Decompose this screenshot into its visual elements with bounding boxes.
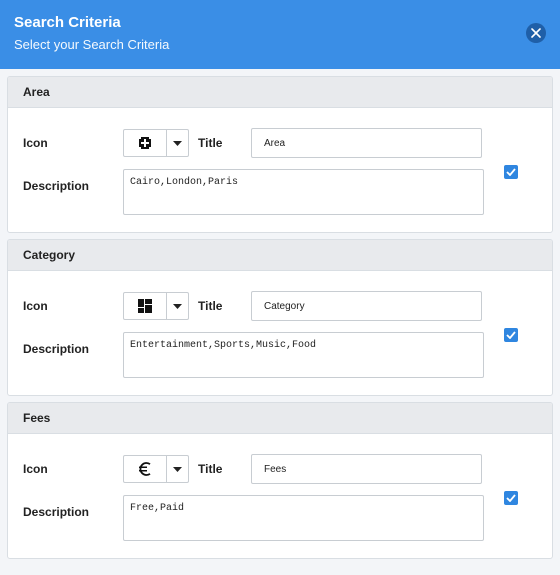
- panel-heading: Fees: [8, 403, 552, 434]
- icon-picker[interactable]: [123, 292, 189, 320]
- description-label: Description: [23, 179, 90, 193]
- icon-label: Icon: [23, 299, 48, 313]
- criteria-panel-area: Area Icon Title Area Description Cairo,L…: [7, 76, 553, 233]
- criteria-list: Area Icon Title Area Description Cairo,L…: [0, 69, 560, 559]
- close-icon: [531, 28, 541, 38]
- checkmark-icon: [506, 331, 516, 339]
- enabled-checkbox[interactable]: [504, 328, 518, 342]
- category-grid-icon: [124, 293, 167, 319]
- title-input[interactable]: [251, 454, 482, 484]
- panel-heading: Category: [8, 240, 552, 271]
- chevron-down-icon: [167, 456, 188, 482]
- euro-icon: [124, 456, 167, 482]
- checkmark-icon: [506, 168, 516, 176]
- title-label: Title: [198, 136, 223, 150]
- search-criteria-dialog: Search Criteria Select your Search Crite…: [0, 0, 560, 575]
- icon-label: Icon: [23, 136, 48, 150]
- description-textarea[interactable]: Free,Paid: [123, 495, 484, 541]
- criteria-panel-fees: Fees Icon Title Description: [7, 402, 553, 559]
- checkmark-icon: [506, 494, 516, 502]
- dialog-subtitle: Select your Search Criteria: [14, 37, 170, 52]
- description-label: Description: [23, 505, 90, 519]
- panel-heading: Area: [8, 77, 552, 108]
- criteria-panel-category: Category Icon Title Category Description…: [7, 239, 553, 396]
- enabled-checkbox[interactable]: [504, 165, 518, 179]
- title-label: Title: [198, 462, 223, 476]
- enabled-checkbox[interactable]: [504, 491, 518, 505]
- description-textarea[interactable]: Cairo,London,Paris: [123, 169, 484, 215]
- dialog-header: Search Criteria Select your Search Crite…: [0, 0, 560, 69]
- title-input[interactable]: [251, 291, 482, 321]
- icon-picker[interactable]: [123, 129, 189, 157]
- title-label: Title: [198, 299, 223, 313]
- plus-square-icon: [124, 130, 167, 156]
- icon-label: Icon: [23, 462, 48, 476]
- chevron-down-icon: [167, 293, 188, 319]
- title-input[interactable]: [251, 128, 482, 158]
- icon-picker[interactable]: [123, 455, 189, 483]
- dialog-title: Search Criteria: [14, 14, 121, 31]
- chevron-down-icon: [167, 130, 188, 156]
- close-button[interactable]: [526, 23, 546, 43]
- description-textarea[interactable]: Entertainment,Sports,Music,Food: [123, 332, 484, 378]
- description-label: Description: [23, 342, 90, 356]
